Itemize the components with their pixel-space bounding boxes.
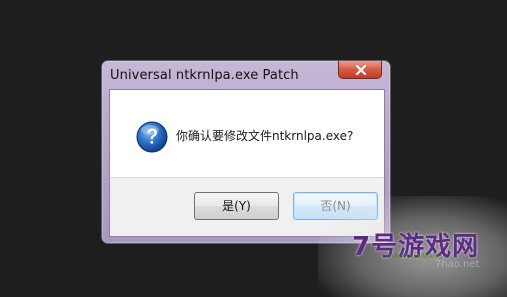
watermark-site: 7hao.net [435, 259, 480, 270]
close-button[interactable] [338, 61, 382, 79]
close-icon [355, 65, 367, 75]
message-area: 你确认要修改文件ntkrnlpa.exe? [110, 90, 384, 180]
confirm-message: 你确认要修改文件ntkrnlpa.exe? [176, 129, 354, 143]
yes-button[interactable]: 是(Y) [194, 192, 279, 220]
dialog-title: Universal ntkrnlpa.exe Patch [110, 68, 299, 83]
question-icon [136, 121, 168, 153]
watermark-subtext: THAOYOUXIWANG [385, 253, 443, 260]
